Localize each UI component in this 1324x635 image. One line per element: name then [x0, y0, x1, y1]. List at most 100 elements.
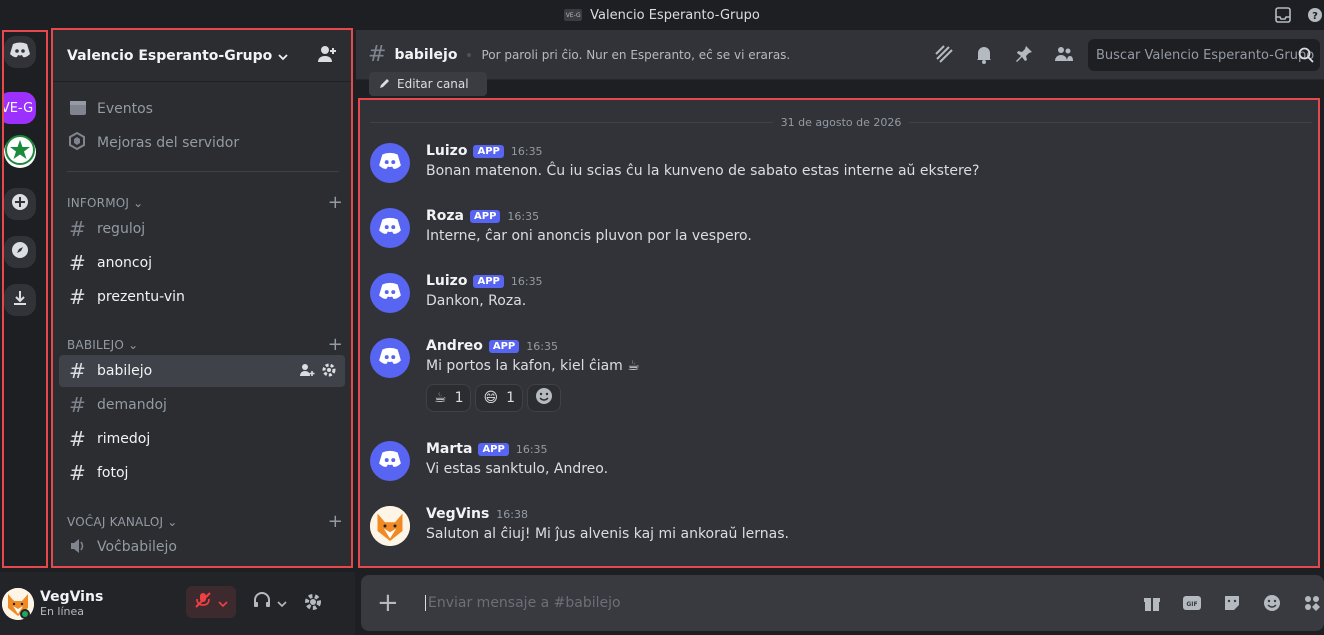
user-info[interactable]: VegVins En línea — [40, 589, 103, 618]
gift-icon[interactable] — [1140, 592, 1164, 614]
add-server-button[interactable] — [4, 188, 36, 220]
message[interactable]: Luizo APP 16:35 Dankon, Roza. — [370, 273, 1310, 317]
message-author[interactable]: VegVins — [426, 506, 489, 522]
search-placeholder: Buscar Valencio Esperanto-Grupo — [1096, 47, 1315, 63]
channel-anoncoj[interactable]: # anoncoj — [59, 247, 345, 279]
pencil-icon — [379, 77, 391, 92]
message[interactable]: Roza APP 16:35 Interne, ĉar oni anoncis pl… — [370, 208, 1310, 252]
add-reaction-button[interactable] — [527, 384, 562, 412]
avatar[interactable] — [370, 441, 410, 481]
title-bar: VE-G Valencio Esperanto-Grupo ? — [0, 0, 1324, 30]
discord-logo-icon — [9, 42, 31, 62]
channel-label: demandoj — [97, 397, 167, 413]
message-time: 16:35 — [515, 442, 548, 456]
gear-icon[interactable] — [321, 362, 337, 382]
channel-rimedoj[interactable]: # rimedoj — [59, 423, 345, 455]
hash-icon: # — [69, 285, 86, 309]
reaction-count: 1 — [506, 390, 516, 406]
gear-icon — [303, 594, 323, 616]
message-time: 16:35 — [510, 144, 543, 158]
avatar[interactable] — [370, 208, 410, 248]
server-esperanto[interactable] — [4, 135, 36, 169]
discord-logo-icon — [378, 282, 402, 304]
add-channel-icon[interactable]: + — [328, 334, 343, 355]
add-channel-icon[interactable]: + — [328, 192, 343, 213]
bell-icon[interactable] — [974, 44, 994, 68]
app-badge: APP — [473, 274, 504, 288]
message-composer[interactable]: + Enviar mensaje a #babilejo GIF — [361, 575, 1324, 631]
app-badge: APP — [473, 144, 504, 158]
sidebar-item-eventos[interactable]: Eventos — [59, 93, 345, 125]
deafen-button[interactable] — [248, 586, 292, 618]
server-veg[interactable]: VE-G — [4, 92, 36, 124]
pin-icon[interactable] — [1014, 44, 1034, 68]
channel-demandoj[interactable]: # demandoj — [59, 389, 345, 421]
reaction-coffee[interactable]: ☕ 1 — [426, 384, 472, 412]
channel-topic[interactable]: Por paroli pri ĉio. Nur en Esperanto, eĉ… — [481, 48, 790, 62]
mute-button[interactable] — [186, 586, 236, 618]
avatar[interactable] — [370, 338, 410, 378]
channel-reguloj[interactable]: # reguloj — [59, 213, 345, 245]
guild-header[interactable]: Valencio Esperanto-Grupo — [53, 30, 351, 82]
avatar[interactable] — [370, 506, 410, 546]
channel-label: Voĉbabilejo — [97, 539, 177, 555]
add-channel-icon[interactable]: + — [328, 511, 343, 532]
divider — [67, 171, 339, 172]
message[interactable]: Luizo APP 16:35 Bonan matenon. Ĉu iu scias… — [370, 143, 1310, 187]
members-icon[interactable] — [1054, 44, 1074, 68]
gif-icon[interactable]: GIF — [1180, 592, 1204, 614]
coffee-emoji: ☕ — [627, 358, 640, 374]
message-author[interactable]: Marta — [426, 441, 472, 457]
apps-icon[interactable] — [1300, 592, 1324, 614]
message-author[interactable]: Luizo — [426, 273, 467, 289]
message-author[interactable]: Luizo — [426, 143, 467, 159]
category-babilejo[interactable]: BABILEJO ⌄ + — [67, 334, 343, 355]
discord-logo-icon — [378, 217, 402, 239]
category-label: VOĈAJ KANALOJ — [67, 514, 164, 529]
user-settings-button[interactable] — [303, 592, 323, 616]
reaction-emoji: 😄 — [483, 390, 499, 406]
reaction-grin[interactable]: 😄 1 — [475, 384, 524, 412]
message-author[interactable]: Andreo — [426, 338, 483, 354]
emoji-icon[interactable] — [1260, 592, 1284, 614]
invite-people-icon[interactable] — [317, 45, 337, 67]
discord-logo-icon — [378, 152, 402, 174]
sticker-icon[interactable] — [1220, 592, 1244, 614]
green-star-icon — [5, 135, 35, 169]
svg-text:GIF: GIF — [1186, 601, 1197, 608]
channel-prezentu-vin[interactable]: # prezentu-vin — [59, 281, 345, 313]
message-input[interactable]: Enviar mensaje a #babilejo — [425, 595, 621, 611]
explore-button[interactable] — [4, 236, 36, 268]
attach-plus-icon[interactable]: + — [377, 588, 407, 618]
speaker-icon — [69, 535, 97, 559]
search-icon — [1298, 47, 1314, 67]
channel-label: babilejo — [97, 363, 153, 379]
category-vocaj-kanaloj[interactable]: VOĈAJ KANALOJ ⌄ + — [67, 511, 343, 532]
inbox-icon[interactable] — [1274, 6, 1292, 24]
download-button[interactable] — [4, 284, 36, 316]
channel-fotoj[interactable]: # fotoj — [59, 457, 345, 489]
invite-icon[interactable] — [299, 362, 315, 382]
hash-icon: # — [69, 461, 86, 485]
message[interactable]: Marta APP 16:35 Vi estas sanktulo, Andreo. — [370, 441, 1310, 485]
reactions: ☕ 1 😄 1 — [426, 384, 562, 412]
channel-babilejo[interactable]: # babilejo — [59, 355, 345, 387]
voice-channel-vocbabilejo[interactable]: Voĉbabilejo — [59, 531, 345, 563]
home-button[interactable] — [4, 36, 36, 68]
message[interactable]: VegVins 16:38 Saluton al ĉiuj! Mi ĵus alv… — [370, 506, 1310, 550]
message-text: Mi portos la kafon, kiel ĉiam ☕ — [426, 358, 640, 374]
chevron-down-icon — [218, 593, 228, 612]
message[interactable]: Andreo APP 16:35 Mi portos la kafon, kiel … — [370, 338, 1310, 418]
smiley-icon — [535, 387, 553, 409]
message-author[interactable]: Roza — [426, 208, 464, 224]
search-input[interactable]: Buscar Valencio Esperanto-Grupo — [1088, 39, 1320, 71]
avatar[interactable] — [370, 273, 410, 313]
date-divider: 31 de agosto de 2026 — [370, 114, 1312, 130]
sidebar-item-mejoras[interactable]: Mejoras del servidor — [59, 127, 345, 159]
help-icon[interactable]: ? — [1306, 6, 1324, 24]
threads-icon[interactable] — [934, 44, 954, 68]
edit-channel-button[interactable]: Editar canal — [369, 72, 487, 96]
hash-icon: # — [69, 251, 86, 275]
category-informoj[interactable]: INFORMOJ ⌄ + — [67, 192, 343, 213]
avatar[interactable] — [370, 143, 410, 183]
